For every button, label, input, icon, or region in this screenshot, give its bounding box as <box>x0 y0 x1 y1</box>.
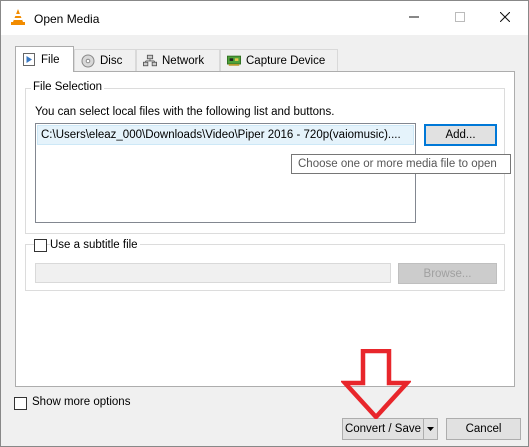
subtitle-checkbox-label[interactable]: Use a subtitle file <box>50 239 140 251</box>
tab-panel-file: File Selection You can select local file… <box>15 71 515 387</box>
cancel-button[interactable]: Cancel <box>446 418 521 440</box>
browse-button: Browse... <box>398 263 497 284</box>
minimize-icon <box>409 12 419 25</box>
show-more-options-checkbox[interactable] <box>14 397 27 410</box>
close-icon <box>499 11 511 25</box>
tab-capture-device-label: Capture Device <box>246 54 326 67</box>
file-selection-label: File Selection <box>31 81 105 93</box>
subtitle-path-field <box>35 263 391 283</box>
tab-capture-device[interactable]: Capture Device <box>220 49 338 71</box>
add-button[interactable]: Add... <box>424 124 497 146</box>
capture-card-icon <box>227 54 241 67</box>
maximize-icon <box>455 11 465 25</box>
convert-save-dropdown[interactable] <box>424 418 438 440</box>
red-down-arrow-annotation <box>339 348 413 422</box>
chevron-down-icon <box>427 423 434 435</box>
subtitle-checkbox[interactable] <box>34 239 47 252</box>
network-icon <box>143 54 157 67</box>
show-more-options-label[interactable]: Show more options <box>32 396 130 408</box>
disc-icon <box>81 54 95 67</box>
minimize-button[interactable] <box>391 1 437 35</box>
play-file-icon <box>22 53 36 66</box>
tab-file-label: File <box>41 53 60 66</box>
tab-disc-label: Disc <box>100 54 123 67</box>
tab-disc[interactable]: Disc <box>74 49 136 71</box>
tab-network[interactable]: Network <box>136 49 220 71</box>
title-bar: Open Media <box>1 1 528 35</box>
window-title: Open Media <box>34 12 100 26</box>
list-item[interactable]: C:\Users\eleaz_000\Downloads\Video\Piper… <box>37 125 414 145</box>
file-selection-helper-text: You can select local files with the foll… <box>35 106 335 118</box>
maximize-button[interactable] <box>437 1 483 35</box>
vlc-cone-icon <box>11 9 25 25</box>
tab-file[interactable]: File <box>15 46 74 72</box>
tab-network-label: Network <box>162 54 205 67</box>
add-button-tooltip: Choose one or more media file to open <box>291 154 511 174</box>
close-button[interactable] <box>482 1 528 35</box>
open-media-dialog: Open Media File Disc Network Capture Dev… <box>0 0 529 447</box>
